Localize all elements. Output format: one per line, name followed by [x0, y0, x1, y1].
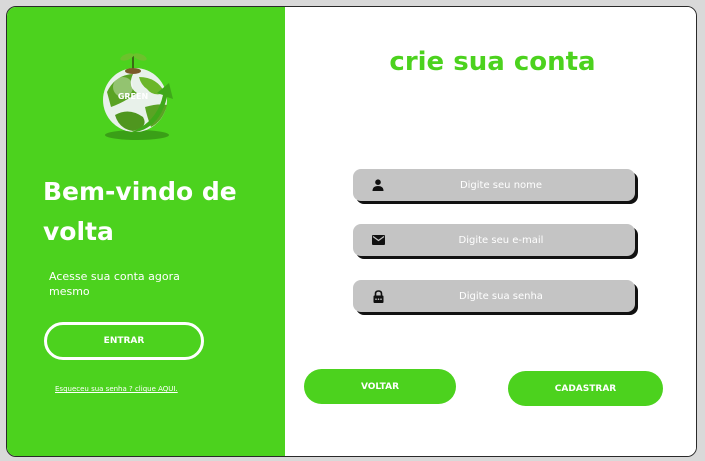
back-button[interactable]: VOLTAR [304, 369, 456, 404]
enter-button[interactable]: ENTRAR [44, 322, 204, 360]
mail-icon [371, 233, 385, 247]
logo-text: GREEN [118, 92, 148, 101]
email-field[interactable]: Digite seu e-mail [353, 224, 635, 256]
green-globe-logo-icon: GREEN [93, 47, 183, 143]
user-icon [371, 178, 385, 192]
password-field[interactable]: Digite sua senha [353, 280, 635, 312]
forgot-password-link[interactable]: Esqueceu sua senha ? clique AQUI. [55, 385, 178, 393]
welcome-heading: Bem-vindo de volta [43, 177, 237, 246]
signup-card: GREEN Bem-vindo de volta Acesse sua cont… [6, 6, 697, 457]
name-field-placeholder: Digite seu nome [459, 179, 543, 191]
welcome-panel: GREEN Bem-vindo de volta Acesse sua cont… [7, 7, 285, 456]
signup-title: crie sua conta [389, 47, 596, 77]
password-field-placeholder: Digite sua senha [459, 290, 543, 302]
lock-icon [371, 289, 385, 303]
signup-panel: crie sua conta Digite seu nome Digite se… [285, 7, 696, 456]
welcome-subtitle: Acesse sua conta agora mesmo [49, 270, 180, 298]
name-field[interactable]: Digite seu nome [353, 169, 635, 201]
register-button[interactable]: CADASTRAR [508, 371, 663, 406]
email-field-placeholder: Digite seu e-mail [458, 234, 544, 246]
